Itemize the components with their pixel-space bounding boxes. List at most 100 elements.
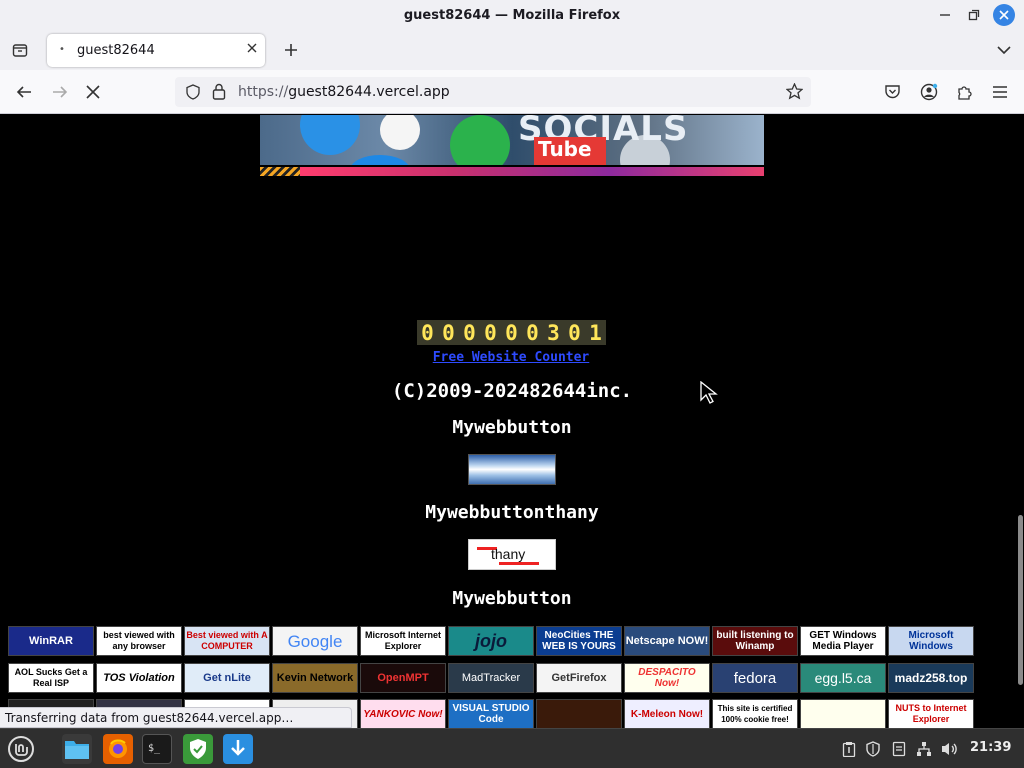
badge-egg-l5[interactable]: egg.l5.ca xyxy=(800,663,886,693)
chevron-down-icon xyxy=(997,46,1011,55)
badge-jojo[interactable]: jojo xyxy=(448,626,534,656)
badge-madz258[interactable]: madz258.top xyxy=(888,663,974,693)
status-text: Transferring data from guest82644.vercel… xyxy=(5,711,294,725)
page-content: SOCIALS Tube 0 0 0 0 0 0 3 0 1 Free Webs… xyxy=(0,115,1024,728)
counter-digit: 0 xyxy=(459,320,480,345)
lock-icon[interactable] xyxy=(212,83,226,104)
extensions-button[interactable] xyxy=(952,80,976,104)
badge-vs-code[interactable]: VISUAL STUDIO Code xyxy=(448,699,534,728)
tab-strip: • guest82644 xyxy=(0,30,1024,70)
notes-tray-icon[interactable] xyxy=(890,740,908,758)
tracking-protection-icon[interactable] xyxy=(185,84,201,104)
firefox-view-icon xyxy=(12,44,28,57)
account-button[interactable] xyxy=(917,80,941,104)
badge-any-browser[interactable]: best viewed with any browser xyxy=(96,626,182,656)
pocket-button[interactable] xyxy=(880,80,904,104)
volume-tray-icon[interactable] xyxy=(941,740,959,758)
badge-openmpt[interactable]: OpenMPT xyxy=(360,663,446,693)
url-bar[interactable]: https://guest82644.vercel.app xyxy=(175,77,811,107)
badge-fedora[interactable]: fedora xyxy=(712,663,798,693)
new-tab-button[interactable] xyxy=(279,38,303,62)
stop-button[interactable] xyxy=(81,80,105,104)
clock[interactable]: 21:39 xyxy=(970,740,1011,755)
my-web-button-image[interactable] xyxy=(468,454,556,485)
badge-aol-sucks[interactable]: AOL Sucks Get a Real ISP xyxy=(8,663,94,693)
url-text[interactable]: https://guest82644.vercel.app xyxy=(238,84,450,100)
badge-winrar[interactable]: WinRAR xyxy=(8,626,94,656)
badge-yankovic[interactable]: YANKOVIC Now! xyxy=(360,699,446,728)
tab-close-button[interactable] xyxy=(247,42,257,56)
badge-winamp[interactable]: built listening to Winamp xyxy=(712,626,798,656)
minimize-button[interactable] xyxy=(934,4,956,26)
badge-netscape[interactable]: Netscape NOW! xyxy=(624,626,710,656)
badge-get-firefox[interactable]: GetFirefox xyxy=(536,663,622,693)
taskbar-terminal[interactable]: $_ xyxy=(142,734,172,764)
counter-digit: 0 xyxy=(522,320,543,345)
badge-k-meleon[interactable]: K-Meleon Now! xyxy=(624,699,710,728)
svg-text:$_: $_ xyxy=(148,743,161,754)
thany-web-button-image[interactable]: thany xyxy=(468,539,556,570)
socials-banner-image: SOCIALS Tube xyxy=(260,115,764,165)
clipboard-tray-icon[interactable] xyxy=(840,740,858,758)
badge-a-computer[interactable]: Best viewed with A COMPUTER xyxy=(184,626,270,656)
close-window-button[interactable] xyxy=(993,4,1015,26)
taskbar-update-manager[interactable] xyxy=(223,734,253,764)
taskbar-firefox[interactable] xyxy=(103,734,133,764)
tab-title: guest82644 xyxy=(77,43,155,58)
badge-nuts-to-ie[interactable]: NUTS to Internet Explorer xyxy=(888,699,974,728)
badge-madtracker[interactable]: MadTracker xyxy=(448,663,534,693)
badge-half-life[interactable] xyxy=(536,699,622,728)
taskbar-shield-app[interactable] xyxy=(183,734,213,764)
hit-counter: 0 0 0 0 0 0 3 0 1 xyxy=(417,320,606,345)
badge-microsoft-windows[interactable]: Microsoft Windows xyxy=(888,626,974,656)
counter-digit: 0 xyxy=(564,320,585,345)
plus-icon xyxy=(285,44,297,56)
badge-neocities[interactable]: NeoCities THE WEB IS YOURS xyxy=(536,626,622,656)
download-arrow-icon xyxy=(231,740,245,756)
badge-internet-explorer[interactable]: Microsoft Internet Explorer xyxy=(360,626,446,656)
counter-digit: 0 xyxy=(501,320,522,345)
loading-dot-icon: • xyxy=(59,44,65,55)
banner-youtube-text: Tube xyxy=(534,137,606,165)
taskbar-files[interactable] xyxy=(62,734,92,764)
close-icon xyxy=(999,10,1009,20)
badge-windows-media-player[interactable]: GET Windows Media Player xyxy=(800,626,886,656)
badge-cookie-free[interactable]: This site is certified 100% cookie free! xyxy=(712,699,798,728)
badge-nlite[interactable]: Get nLite xyxy=(184,663,270,693)
terminal-icon: $_ xyxy=(148,743,161,754)
url-scheme: https:// xyxy=(238,84,289,100)
badge-google[interactable]: Google xyxy=(272,626,358,656)
firefox-icon xyxy=(109,739,127,758)
page-scrollbar-thumb[interactable] xyxy=(1018,515,1023,685)
navigation-toolbar: https://guest82644.vercel.app xyxy=(0,70,1024,114)
shield-tray-icon[interactable] xyxy=(864,740,882,758)
bookmark-star-icon[interactable] xyxy=(785,82,804,104)
web-button-heading: Mywebbutton xyxy=(452,417,572,438)
list-all-tabs-button[interactable] xyxy=(992,38,1016,62)
free-website-counter-link[interactable]: Free Website Counter xyxy=(406,350,616,365)
network-tray-icon[interactable] xyxy=(915,740,933,758)
web-button-heading: Mywebbutton xyxy=(452,588,572,609)
badge-tos-violation[interactable]: TOS Violation xyxy=(96,663,182,693)
linux-mint-icon xyxy=(8,736,34,762)
start-menu-button[interactable] xyxy=(6,734,36,764)
badge-despacito[interactable]: DESPACITO Now! xyxy=(624,663,710,693)
maximize-button[interactable] xyxy=(963,4,985,26)
counter-digit: 0 xyxy=(417,320,438,345)
folder-icon xyxy=(65,741,89,759)
window-title: guest82644 — Mozilla Firefox xyxy=(403,7,621,23)
tab-guest82644[interactable]: • guest82644 xyxy=(47,34,265,67)
taskbar: $_ 21:39 xyxy=(0,728,1024,768)
hamburger-menu-icon xyxy=(993,86,1007,98)
badge-kevin-network[interactable]: Kevin Network xyxy=(272,663,358,693)
firefox-view-button[interactable] xyxy=(8,38,32,62)
back-button[interactable] xyxy=(12,80,36,104)
shield-icon xyxy=(190,739,206,759)
stop-x-icon xyxy=(86,85,100,99)
forward-button[interactable] xyxy=(48,80,72,104)
puzzle-icon xyxy=(957,85,972,100)
app-menu-button[interactable] xyxy=(988,80,1012,104)
web-button-heading-thany: Mywebbuttonthany xyxy=(425,502,599,523)
restore-icon xyxy=(968,9,980,21)
badge-row3-10[interactable] xyxy=(800,699,886,728)
